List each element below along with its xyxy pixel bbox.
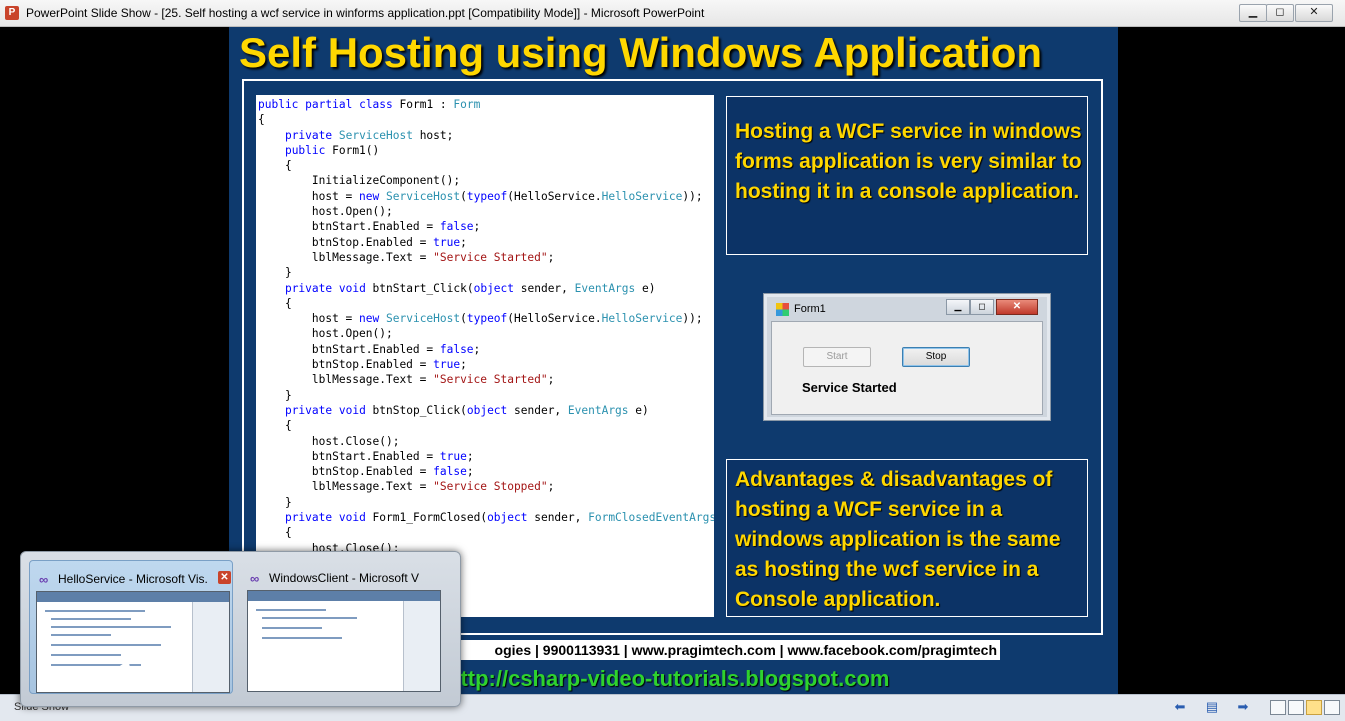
thumbnail-screen	[36, 591, 230, 693]
slideshow-view-icon[interactable]	[1324, 700, 1340, 715]
info-box-hosting: Hosting a WCF service in windows forms a…	[726, 96, 1088, 255]
form-icon	[776, 303, 789, 316]
form1-window: Form1 ▁ ◻ ✕ Start Stop Service Started	[763, 293, 1051, 421]
info-box-hosting-text: Hosting a WCF service in windows forms a…	[735, 120, 1082, 203]
thumbnail-screen	[247, 590, 441, 692]
taskbar-thumbnail-preview: ∞ HelloService - Microsoft Vis... ✕ ∞ Wi…	[20, 551, 461, 707]
minimize-button[interactable]: ▁	[1239, 4, 1267, 22]
info-box-advantages-text: Advantages & disadvantages of hosting a …	[735, 468, 1061, 611]
form1-client-area: Start Stop Service Started	[771, 321, 1043, 415]
previous-icon[interactable]: ⬅	[1173, 700, 1187, 714]
slide-sorter-icon[interactable]	[1288, 700, 1304, 715]
next-icon[interactable]: ➡	[1236, 700, 1250, 714]
title-bar: P PowerPoint Slide Show - [25. Self host…	[0, 0, 1345, 27]
close-button[interactable]: ✕	[1295, 4, 1333, 22]
visual-studio-icon: ∞	[250, 571, 260, 586]
slide-url: http://csharp-video-tutorials.blogspot.c…	[447, 666, 890, 691]
visual-studio-icon: ∞	[39, 572, 49, 587]
thumbnail-windowsclient[interactable]: ∞ WindowsClient - Microsoft Visu...	[241, 560, 443, 692]
service-status-label: Service Started	[802, 380, 897, 395]
form1-minimize-icon: ▁	[946, 299, 970, 315]
slide-footer: ogies | 9900113931 | www.pragimtech.com …	[452, 640, 1000, 660]
thumbnail-label: WindowsClient - Microsoft Visu...	[269, 571, 419, 585]
code-text: public partial class Form1 : Form { priv…	[258, 98, 714, 555]
start-button: Start	[803, 347, 871, 367]
info-box-advantages: Advantages & disadvantages of hosting a …	[726, 459, 1088, 617]
window-title: PowerPoint Slide Show - [25. Self hostin…	[26, 6, 705, 20]
maximize-button[interactable]: ◻	[1266, 4, 1294, 22]
stop-button: Stop	[902, 347, 970, 367]
powerpoint-icon: P	[5, 6, 19, 20]
menu-icon[interactable]: ▤	[1205, 700, 1219, 714]
reading-view-icon[interactable]	[1306, 700, 1322, 715]
slide-title: Self Hosting using Windows Application	[239, 29, 1043, 76]
normal-view-icon[interactable]	[1270, 700, 1286, 715]
form1-title: Form1	[794, 303, 826, 315]
thumbnail-close-icon[interactable]: ✕	[218, 571, 231, 584]
form1-close-icon: ✕	[996, 299, 1038, 315]
form1-maximize-icon: ◻	[970, 299, 994, 315]
code-listing: public partial class Form1 : Form { priv…	[256, 95, 714, 617]
thumbnail-label: HelloService - Microsoft Vis...	[58, 572, 208, 586]
